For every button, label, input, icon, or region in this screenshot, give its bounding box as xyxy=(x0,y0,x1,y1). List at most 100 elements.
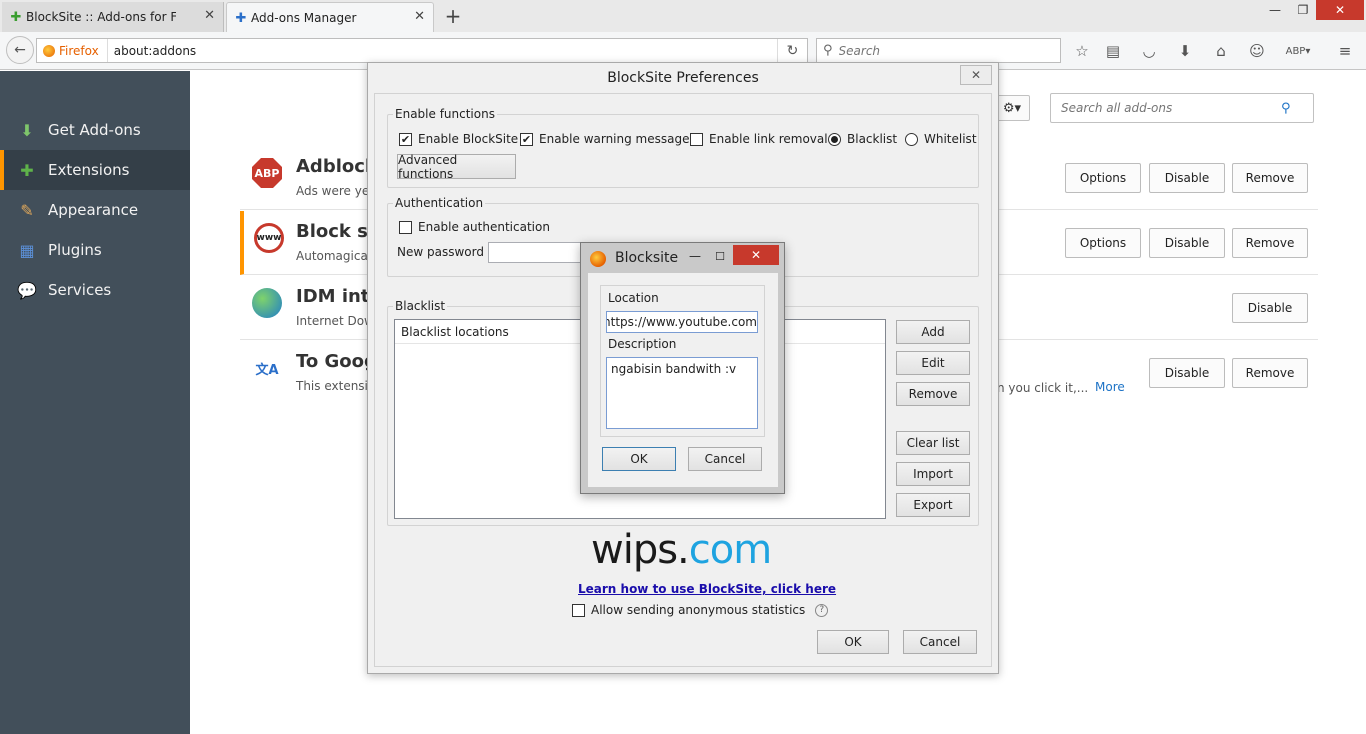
location-input[interactable]: https://www.youtube.com/ xyxy=(606,311,758,333)
new-tab-button[interactable]: + xyxy=(442,4,464,28)
tools-gear-button[interactable]: ⚙▾ xyxy=(994,95,1030,121)
group-label: Enable functions xyxy=(393,107,497,121)
get-addons-icon: ⬇ xyxy=(20,120,34,140)
pocket-icon[interactable]: ◡ xyxy=(1139,41,1159,61)
maximize-icon[interactable]: ☐ xyxy=(709,247,731,265)
home-icon[interactable]: ⌂ xyxy=(1211,41,1231,61)
hello-icon[interactable]: ☺ xyxy=(1247,41,1267,61)
addon-name: Adblock xyxy=(296,156,377,177)
close-tab-icon[interactable]: ✕ xyxy=(204,8,215,23)
popup-ok-button[interactable]: OK xyxy=(602,447,676,471)
enable-link-removal-checkbox[interactable]: Enable link removal xyxy=(690,132,828,146)
sidebar-item-extensions[interactable]: ✚ Extensions xyxy=(0,150,190,190)
close-icon[interactable]: ✕ xyxy=(733,245,779,265)
sidebar-item-services[interactable]: 💬 Services xyxy=(0,270,190,310)
radio-selected-icon xyxy=(828,132,841,146)
puzzle-green-icon: ✚ xyxy=(10,9,22,25)
more-link[interactable]: More xyxy=(1095,380,1125,394)
adblock-icon[interactable]: ABP▾ xyxy=(1283,41,1313,61)
minimize-window-button[interactable]: — xyxy=(1262,0,1288,20)
radio-label: Whitelist xyxy=(924,132,977,146)
remove-button[interactable]: Remove xyxy=(1232,163,1308,193)
logo-text: wips. xyxy=(591,527,690,573)
disable-button[interactable]: Disable xyxy=(1149,358,1225,388)
url-text[interactable]: about:addons xyxy=(108,44,196,58)
checkbox-unchecked-icon xyxy=(572,603,585,617)
identity-label: Firefox xyxy=(59,43,99,58)
sidebar-item-label: Services xyxy=(48,281,112,299)
close-icon[interactable]: ✕ xyxy=(960,65,992,85)
blacklist-radio[interactable]: Blacklist xyxy=(828,132,897,146)
sidebar-item-appearance[interactable]: ✎ Appearance xyxy=(0,190,190,230)
export-button[interactable]: Export xyxy=(896,493,970,517)
dialog-title: BlockSite Preferences xyxy=(607,70,759,86)
checkbox-checked-icon: ✔ xyxy=(399,132,412,146)
advanced-functions-button[interactable]: Advanced functions xyxy=(397,153,516,181)
bookmarks-menu-icon[interactable]: ▤ xyxy=(1103,41,1123,61)
addon-search-input[interactable] xyxy=(1061,101,1281,115)
disable-button[interactable]: Disable xyxy=(1232,293,1308,323)
restore-window-button[interactable]: ❐ xyxy=(1290,0,1316,20)
abp-icon: ABP xyxy=(252,158,282,188)
addon-description: Automagicall xyxy=(296,249,375,263)
prefs-cancel-button[interactable]: Cancel xyxy=(903,630,977,654)
search-input[interactable] xyxy=(838,43,1039,58)
description-label: Description xyxy=(608,337,677,351)
checkbox-unchecked-icon xyxy=(399,220,412,234)
reload-icon[interactable]: ↻ xyxy=(777,39,807,62)
close-tab-icon[interactable]: ✕ xyxy=(414,9,425,24)
sidebar-item-label: Extensions xyxy=(48,161,130,179)
tab-label: Add-ons Manager xyxy=(251,10,357,25)
checkbox-label: Enable BlockSite xyxy=(418,132,519,146)
import-button[interactable]: Import xyxy=(896,462,970,486)
bookmark-star-icon[interactable]: ☆ xyxy=(1072,41,1092,61)
services-icon: 💬 xyxy=(17,280,37,300)
add-button[interactable]: Add xyxy=(896,320,970,344)
close-window-button[interactable]: ✕ xyxy=(1316,0,1364,20)
tab-blocksite[interactable]: ✚ BlockSite :: Add-ons for Fi... ✕ xyxy=(2,2,224,32)
remove-button[interactable]: Remove xyxy=(1232,228,1308,258)
remove-button[interactable]: Remove xyxy=(896,382,970,406)
url-bar[interactable]: Firefox about:addons ↻ xyxy=(36,38,808,63)
menu-icon[interactable]: ≡ xyxy=(1335,41,1355,61)
addons-sidebar: ⬇ Get Add-ons ✚ Extensions ✎ Appearance … xyxy=(0,71,190,734)
new-password-label: New password xyxy=(397,245,484,259)
learn-blocksite-link[interactable]: Learn how to use BlockSite, click here xyxy=(578,582,836,596)
group-label: Authentication xyxy=(393,196,486,210)
disable-button[interactable]: Disable xyxy=(1149,163,1225,193)
addon-description-tail: n you click it,... xyxy=(997,381,1089,395)
addon-search-box[interactable]: ⚲ xyxy=(1050,93,1314,123)
minimize-icon[interactable]: — xyxy=(684,247,706,265)
enable-warning-checkbox[interactable]: ✔ Enable warning messages xyxy=(520,132,696,146)
help-icon[interactable]: ? xyxy=(815,603,829,617)
identity-box[interactable]: Firefox xyxy=(37,39,108,62)
remove-button[interactable]: Remove xyxy=(1232,358,1308,388)
prefs-ok-button[interactable]: OK xyxy=(817,630,889,654)
extensions-icon: ✚ xyxy=(20,160,34,180)
wips-logo: wips.com xyxy=(591,527,772,573)
checkbox-label: Allow sending anonymous statistics xyxy=(591,603,806,617)
tab-addons-manager[interactable]: ✚ Add-ons Manager ✕ xyxy=(226,2,434,32)
popup-body: Location https://www.youtube.com/ Descri… xyxy=(588,273,778,487)
anonymous-stats-checkbox[interactable]: Allow sending anonymous statistics ? xyxy=(572,603,829,617)
location-label: Location xyxy=(608,291,659,305)
clear-list-button[interactable]: Clear list xyxy=(896,431,970,455)
sidebar-item-plugins[interactable]: ▦ Plugins xyxy=(0,230,190,270)
radio-unselected-icon xyxy=(905,132,918,146)
whitelist-radio[interactable]: Whitelist xyxy=(905,132,977,146)
search-bar[interactable]: ⚲ xyxy=(816,38,1061,63)
options-button[interactable]: Options xyxy=(1065,163,1141,193)
enable-blocksite-checkbox[interactable]: ✔ Enable BlockSite xyxy=(399,132,518,146)
sidebar-item-label: Get Add-ons xyxy=(48,121,141,139)
plugins-icon: ▦ xyxy=(19,240,35,260)
disable-button[interactable]: Disable xyxy=(1149,228,1225,258)
downloads-icon[interactable]: ⬇ xyxy=(1175,41,1195,61)
description-textarea[interactable]: ngabisin bandwith :v xyxy=(606,357,758,429)
options-button[interactable]: Options xyxy=(1065,228,1141,258)
edit-button[interactable]: Edit xyxy=(896,351,970,375)
idm-globe-icon xyxy=(252,288,282,318)
back-button[interactable]: ← xyxy=(6,36,34,64)
sidebar-item-get-addons[interactable]: ⬇ Get Add-ons xyxy=(0,110,190,150)
enable-authentication-checkbox[interactable]: Enable authentication xyxy=(399,220,550,234)
popup-cancel-button[interactable]: Cancel xyxy=(688,447,762,471)
